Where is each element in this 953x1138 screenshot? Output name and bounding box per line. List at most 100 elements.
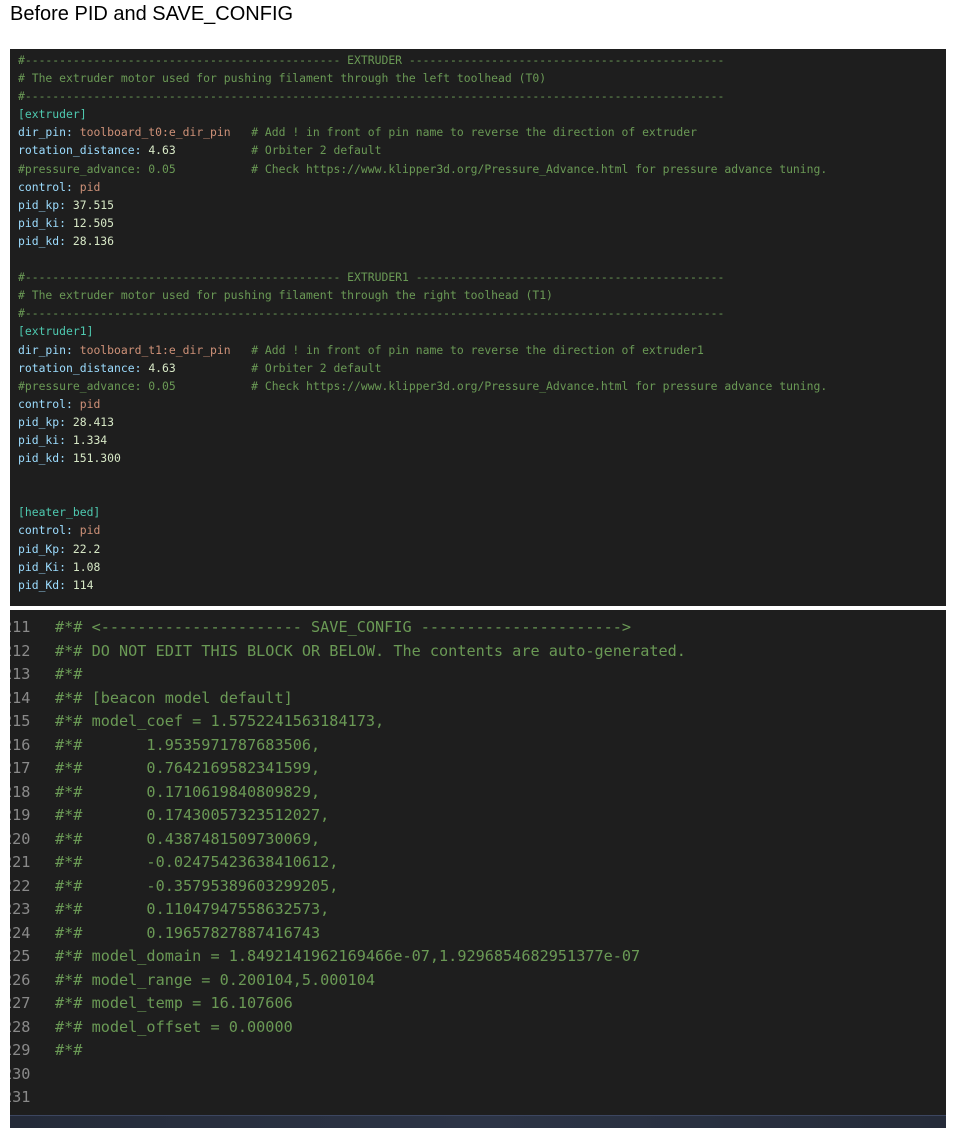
config-spacer: [176, 361, 251, 375]
config-value: 37.515: [72, 197, 115, 212]
config-value: toolboard_t1:e_dir_pin: [79, 342, 231, 357]
line-number: 229: [10, 1041, 31, 1059]
line-number: 217: [10, 759, 31, 777]
config-line: dir_pin: toolboard_t1:e_dir_pin # Add ! …: [18, 341, 827, 359]
editor-line-text: #*# -0.35795389603299205,: [55, 876, 339, 895]
config-value: 4.63: [148, 360, 176, 375]
config-value: toolboard_t0:e_dir_pin: [79, 125, 231, 140]
config-line: #---------------------------------------…: [18, 51, 827, 69]
config-key: pid_kd:: [18, 233, 67, 248]
config-line: pid_ki: 1.334: [18, 431, 827, 449]
editor-line-text: #*#: [55, 1041, 83, 1059]
page-title: Before PID and SAVE_CONFIG: [10, 3, 294, 25]
config-section-header: [extruder1]: [18, 324, 94, 339]
config-line: # The extruder motor used for pushing fi…: [18, 286, 827, 304]
config-comment: #pressure_advance: 0.05 # Check https://…: [18, 161, 828, 176]
config-key: pid_ki:: [18, 215, 67, 230]
config-value: 22.2: [72, 541, 101, 556]
config-comment: #---------------------------------------…: [18, 89, 725, 104]
config-value: 28.136: [72, 233, 115, 248]
config-section-header: [extruder]: [18, 107, 87, 122]
config-comment: # The extruder motor used for pushing fi…: [18, 288, 553, 303]
config-line: pid_Kp: 22.2: [18, 540, 827, 558]
editor-line-text: #*# [beacon model default]: [55, 688, 293, 707]
config-value: pid: [79, 396, 101, 411]
editor-line-text: #*# 0.17430057323512027,: [55, 806, 330, 824]
line-number: 212: [10, 641, 31, 660]
line-number: 224: [10, 923, 31, 942]
config-value: 151.300: [72, 451, 121, 466]
config-comment: #---------------------------------------…: [18, 53, 725, 67]
config-comment: # The extruder motor used for pushing fi…: [18, 71, 547, 86]
config-line: [heater_bed]: [18, 503, 827, 521]
config-key: pid_kp:: [18, 414, 67, 429]
editor-line-text: #*# model_coef = 1.5752241563184173,: [55, 712, 385, 730]
config-line: #---------------------------------------…: [18, 268, 827, 286]
config-line: dir_pin: toolboard_t0:e_dir_pin # Add ! …: [18, 123, 827, 141]
editor-status-strip: [10, 1115, 946, 1128]
config-line: pid_kp: 37.515: [18, 196, 827, 214]
config-line: control: pid: [18, 395, 827, 413]
config-comment: #---------------------------------------…: [18, 306, 725, 321]
config-comment: #---------------------------------------…: [18, 270, 725, 285]
config-comment: #pressure_advance: 0.05 # Check https://…: [18, 378, 828, 393]
config-value: pid: [79, 523, 101, 538]
printer-config-panel: #---------------------------------------…: [10, 49, 946, 606]
config-line: pid_Kd: 114: [18, 576, 827, 594]
line-number: 231: [10, 1088, 31, 1106]
line-number: 227: [10, 994, 31, 1012]
config-line: [18, 485, 827, 503]
config-value: 28.413: [72, 414, 115, 429]
config-code-block: #---------------------------------------…: [18, 51, 827, 594]
line-number: 225: [10, 947, 31, 965]
config-inline-comment: # Add ! in front of pin name to reverse …: [251, 125, 697, 140]
config-line: #---------------------------------------…: [18, 87, 827, 105]
config-line: pid_kp: 28.413: [18, 413, 827, 431]
config-key: pid_Kd:: [18, 577, 67, 592]
line-number: 221: [10, 853, 31, 871]
config-section-header: [heater_bed]: [18, 505, 101, 520]
config-key: rotation_distance:: [18, 360, 142, 375]
config-line: #pressure_advance: 0.05 # Check https://…: [18, 160, 827, 178]
editor-line-text: #*# DO NOT EDIT THIS BLOCK OR BELOW. The…: [55, 641, 686, 660]
config-key: control:: [18, 396, 73, 411]
config-line: rotation_distance: 4.63 # Orbiter 2 defa…: [18, 359, 827, 377]
config-key: dir_pin:: [18, 342, 73, 357]
editor-line-text: #*# 0.1710619840809829,: [55, 782, 321, 801]
config-inline-comment: # Orbiter 2 default: [251, 143, 382, 158]
config-value: pid: [79, 179, 101, 194]
line-number: 223: [10, 900, 31, 918]
config-line: # The extruder motor used for pushing fi…: [18, 69, 827, 87]
save-config-editor: 211 #*# <---------------------- SAVE_CONF…: [10, 610, 946, 1128]
config-line: control: pid: [18, 178, 827, 196]
config-key: pid_ki:: [18, 432, 67, 447]
line-number: 213: [10, 665, 31, 683]
editor-line-text: #*# -0.02475423638410612,: [55, 853, 339, 871]
editor-line-text: #*# model_temp = 16.107606: [55, 994, 293, 1012]
config-line: [extruder1]: [18, 322, 827, 340]
config-inline-comment: # Add ! in front of pin name to reverse …: [251, 342, 704, 357]
editor-line-text: #*# model_domain = 1.8492141962169466e-0…: [55, 947, 641, 965]
config-line: [extruder]: [18, 105, 827, 123]
editor-line-text: #*# model_range = 0.200104,5.000104: [55, 970, 376, 989]
config-value: 114: [72, 577, 94, 592]
line-number: 211: [10, 618, 31, 636]
line-number: 228: [10, 1017, 31, 1036]
config-value: 4.63: [148, 143, 176, 158]
editor-line-text: #*# 0.11047947558632573,: [55, 900, 330, 918]
config-key: rotation_distance:: [18, 143, 142, 158]
config-value: 1.08: [72, 559, 101, 574]
config-line: control: pid: [18, 521, 827, 539]
config-line: #pressure_advance: 0.05 # Check https://…: [18, 377, 827, 395]
config-key: pid_kd:: [18, 451, 67, 466]
config-key: control:: [18, 523, 73, 538]
config-line: #---------------------------------------…: [18, 304, 827, 322]
config-inline-comment: # Orbiter 2 default: [251, 360, 382, 375]
editor-line-text: #*# 0.19657827887416743: [55, 923, 321, 942]
config-key: pid_kp:: [18, 197, 67, 212]
config-spacer: [231, 125, 252, 139]
editor-line-text: #*# model_offset = 0.00000: [55, 1017, 293, 1036]
editor-line-text: #*# 0.7642169582341599,: [55, 759, 321, 777]
line-number: 216: [10, 735, 31, 754]
editor-line-text: #*# 1.9535971787683506,: [55, 735, 321, 754]
